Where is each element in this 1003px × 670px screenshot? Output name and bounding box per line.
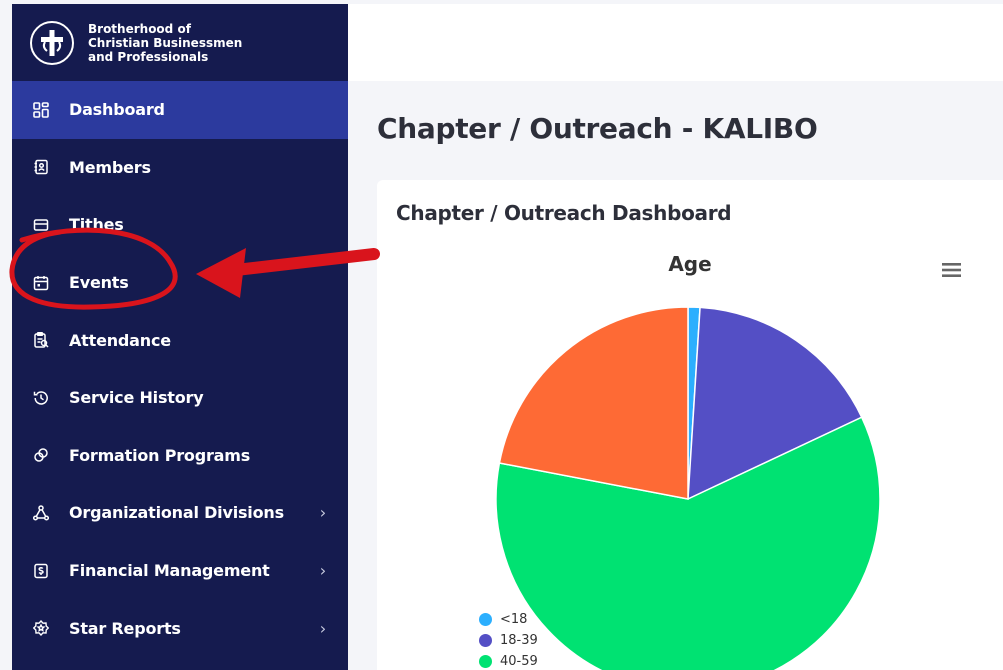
chevron-right-icon[interactable]: › [320,503,326,522]
finance-icon [32,562,50,580]
sidebar-item-label: Service History [69,388,204,408]
sidebar-item-service-history[interactable]: Service History [12,369,348,427]
app-root: Brotherhood of Christian Businessmen and… [0,0,1003,670]
legend-item[interactable]: <18 [479,609,538,630]
sidebar-item-label: Dashboard [69,100,165,120]
legend-label: 40-59 [500,654,538,669]
sidebar-item-star-reports[interactable]: Star Reports › [12,599,348,657]
chevron-right-icon[interactable]: › [320,561,326,580]
page-title: Chapter / Outreach - KALIBO [377,112,818,145]
sidebar-nav: Dashboard Members Tithes Events Attendan… [12,81,348,657]
legend-item[interactable]: 40-59 [479,651,538,670]
top-header [348,4,1003,81]
legend-label: <18 [500,612,528,627]
sidebar-item-events[interactable]: Events [12,254,348,312]
brand-name: Brotherhood of Christian Businessmen and… [88,22,242,64]
calendar-icon [32,274,50,292]
legend-label: 18-39 [500,633,538,648]
sidebar-item-label: Events [69,273,129,293]
sidebar-item-label: Organizational Divisions [69,503,284,523]
dashboard-grid-icon [32,101,50,119]
sidebar-item-label: Attendance [69,330,171,350]
brand-header[interactable]: Brotherhood of Christian Businessmen and… [12,4,348,81]
members-book-icon [32,158,50,176]
attendance-clipboard-icon [32,331,50,349]
legend-marker [479,655,492,668]
sidebar-item-formation-programs[interactable]: Formation Programs [12,427,348,485]
legend-marker [479,634,492,647]
brand-line-3: and Professionals [88,49,209,64]
sidebar-item-members[interactable]: Members [12,139,348,197]
legend-item[interactable]: 18-39 [479,630,538,651]
brand-logo-icon [30,20,74,65]
brand-line-1: Brotherhood of [88,21,191,36]
sidebar-item-label: Formation Programs [69,445,251,465]
sidebar-item-organizational-divisions[interactable]: Organizational Divisions › [12,484,348,542]
sidebar-item-attendance[interactable]: Attendance [12,311,348,369]
star-report-icon [32,619,50,637]
hierarchy-icon [32,504,50,522]
legend-marker [479,613,492,626]
sidebar-item-label: Tithes [69,215,124,235]
sidebar-item-tithes[interactable]: Tithes [12,196,348,254]
chart-legend: <18 18-39 40-59 [479,609,538,670]
age-pie-chart [495,306,881,670]
sidebar-item-label: Members [69,157,151,177]
formation-icon [32,446,50,464]
dashboard-card: Chapter / Outreach Dashboard Age <18 18-3… [377,180,1003,670]
sidebar-item-financial-management[interactable]: Financial Management › [12,542,348,600]
sidebar-item-label: Financial Management [69,561,270,581]
history-icon [32,389,50,407]
tithes-icon [32,216,50,234]
sidebar-item-label: Star Reports [69,618,181,638]
sidebar: Brotherhood of Christian Businessmen and… [12,4,348,670]
brand-line-2: Christian Businessmen [88,35,243,50]
chevron-right-icon[interactable]: › [320,619,326,638]
sidebar-item-dashboard[interactable]: Dashboard [12,81,348,139]
